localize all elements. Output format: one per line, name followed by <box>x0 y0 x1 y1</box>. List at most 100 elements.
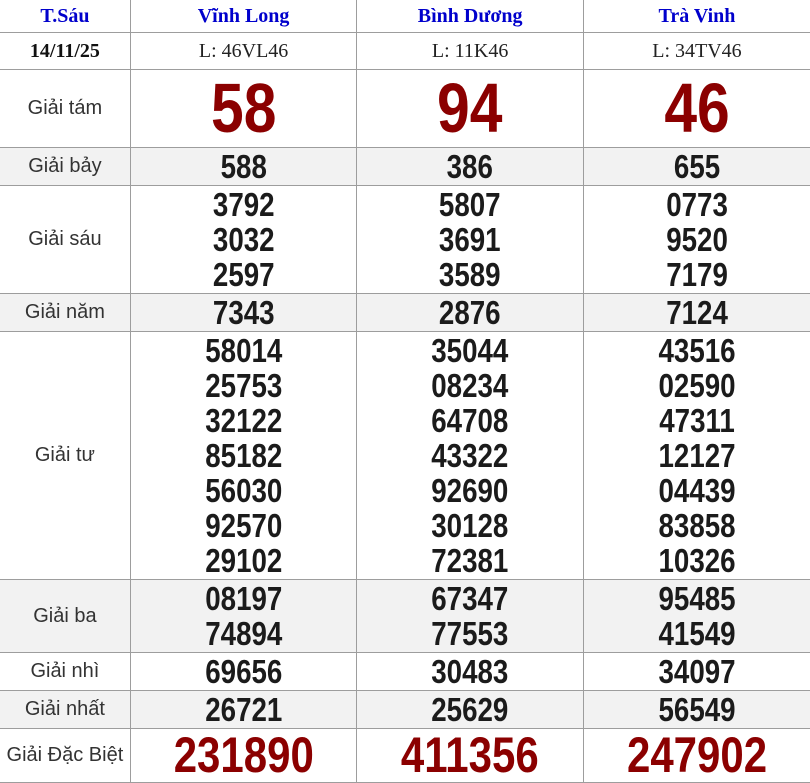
prize-number: 72381 <box>375 543 564 578</box>
prize-row-giai-bay: Giải bảy 588 386 655 <box>0 148 810 186</box>
prize-number: 30128 <box>375 508 564 543</box>
prize-number: 69656 <box>149 654 338 689</box>
prize-number: 92570 <box>149 508 338 543</box>
prize-numbers-giai-bay-col1: 386 <box>357 148 584 186</box>
prize-number: 3691 <box>375 222 564 257</box>
province-header-vinh-long: Vĩnh Long <box>130 0 357 33</box>
prize-numbers-giai-ba-col0: 0819774894 <box>130 580 357 653</box>
prize-number: 5807 <box>375 187 564 222</box>
prize-number: 35044 <box>375 333 564 368</box>
prize-numbers-giai-tu-col0: 58014257533212285182560309257029102 <box>130 332 357 580</box>
prize-number: 247902 <box>602 730 792 781</box>
prize-number: 2597 <box>149 257 338 292</box>
draw-code-vinh-long: L: 46VL46 <box>130 33 357 70</box>
prize-number: 26721 <box>149 692 338 727</box>
prize-row-giai-nhat: Giải nhất 26721 25629 56549 <box>0 691 810 729</box>
prize-number: 56549 <box>602 692 792 727</box>
prize-numbers-giai-bay-col0: 588 <box>130 148 357 186</box>
prize-number: 95485 <box>602 581 792 616</box>
prize-number: 231890 <box>149 730 338 781</box>
prize-numbers-giai-nam-col1: 2876 <box>357 294 584 332</box>
prize-number: 2876 <box>375 295 564 330</box>
prize-number: 02590 <box>602 368 792 403</box>
prize-number: 0773 <box>602 187 792 222</box>
prize-numbers-giai-ba-col1: 6734777553 <box>357 580 584 653</box>
prize-numbers-giai-nhat-col1: 25629 <box>357 691 584 729</box>
prize-numbers-giai-dac-biet-col1: 411356 <box>357 729 584 783</box>
prize-numbers-giai-tam-col0: 58 <box>130 70 357 148</box>
draw-code-tra-vinh: L: 34TV46 <box>583 33 810 70</box>
prize-number: 25753 <box>149 368 338 403</box>
prize-label-giai-nhi: Giải nhì <box>0 653 130 691</box>
prize-numbers-giai-tu-col1: 35044082346470843322926903012872381 <box>357 332 584 580</box>
prize-numbers-giai-sau-col0: 379230322597 <box>130 186 357 294</box>
prize-row-giai-sau: Giải sáu37923032259758073691358907739520… <box>0 186 810 294</box>
prize-row-giai-nam: Giải năm7343 2876 7124 <box>0 294 810 332</box>
prize-numbers-giai-dac-biet-col0: 231890 <box>130 729 357 783</box>
prize-number: 25629 <box>375 692 564 727</box>
province-header-binh-duong: Bình Dương <box>357 0 584 33</box>
prize-number: 7124 <box>602 295 792 330</box>
day-header: T.Sáu <box>0 0 130 33</box>
prize-number: 47311 <box>602 403 792 438</box>
province-header-tra-vinh: Trà Vinh <box>583 0 810 33</box>
prize-number: 3032 <box>149 222 338 257</box>
prize-numbers-giai-sau-col2: 077395207179 <box>583 186 810 294</box>
prize-number: 10326 <box>602 543 792 578</box>
prize-number: 67347 <box>375 581 564 616</box>
prize-numbers-giai-ba-col2: 9548541549 <box>583 580 810 653</box>
prize-number: 12127 <box>602 438 792 473</box>
draw-date: 14/11/25 <box>0 33 130 70</box>
prize-number: 46 <box>602 71 792 146</box>
prize-number: 92690 <box>375 473 564 508</box>
prize-number: 655 <box>602 149 792 184</box>
prize-numbers-giai-dac-biet-col2: 247902 <box>583 729 810 783</box>
prize-numbers-giai-nam-col2: 7124 <box>583 294 810 332</box>
prize-number: 3792 <box>149 187 338 222</box>
prize-number: 04439 <box>602 473 792 508</box>
prize-number: 58 <box>149 71 338 146</box>
prize-number: 30483 <box>375 654 564 689</box>
prize-number: 29102 <box>149 543 338 578</box>
prize-label-giai-sau: Giải sáu <box>0 186 130 294</box>
prize-number: 43322 <box>375 438 564 473</box>
date-row: 14/11/25 L: 46VL46 L: 11K46 L: 34TV46 <box>0 33 810 70</box>
header-row: T.Sáu Vĩnh Long Bình Dương Trà Vinh <box>0 0 810 33</box>
prize-number: 43516 <box>602 333 792 368</box>
prize-row-giai-tam: Giải tám 58 94 46 <box>0 70 810 148</box>
prize-rows: T.Sáu Vĩnh Long Bình Dương Trà Vinh 14/1… <box>0 0 810 783</box>
prize-number: 08234 <box>375 368 564 403</box>
prize-numbers-giai-bay-col2: 655 <box>583 148 810 186</box>
prize-label-giai-tu: Giải tư <box>0 332 130 580</box>
prize-numbers-giai-nhat-col0: 26721 <box>130 691 357 729</box>
prize-row-giai-tu: Giải tư580142575332122851825603092570291… <box>0 332 810 580</box>
prize-number: 9520 <box>602 222 792 257</box>
prize-label-giai-nam: Giải năm <box>0 294 130 332</box>
prize-numbers-giai-nhi-col2: 34097 <box>583 653 810 691</box>
prize-numbers-giai-nam-col0: 7343 <box>130 294 357 332</box>
prize-number: 7179 <box>602 257 792 292</box>
prize-label-giai-dac-biet: Giải Đặc Biệt <box>0 729 130 783</box>
prize-number: 34097 <box>602 654 792 689</box>
prize-number: 588 <box>149 149 338 184</box>
prize-number: 94 <box>375 71 564 146</box>
prize-row-giai-nhi: Giải nhì 69656 30483 34097 <box>0 653 810 691</box>
prize-number: 32122 <box>149 403 338 438</box>
prize-label-giai-nhat: Giải nhất <box>0 691 130 729</box>
prize-number: 3589 <box>375 257 564 292</box>
prize-number: 64708 <box>375 403 564 438</box>
prize-numbers-giai-tu-col2: 43516025904731112127044398385810326 <box>583 332 810 580</box>
prize-label-giai-tam: Giải tám <box>0 70 130 148</box>
prize-number: 74894 <box>149 616 338 651</box>
prize-number: 77553 <box>375 616 564 651</box>
prize-numbers-giai-tam-col2: 46 <box>583 70 810 148</box>
prize-number: 386 <box>375 149 564 184</box>
prize-number: 411356 <box>375 730 564 781</box>
prize-numbers-giai-sau-col1: 580736913589 <box>357 186 584 294</box>
prize-numbers-giai-nhi-col0: 69656 <box>130 653 357 691</box>
lottery-results-table: T.Sáu Vĩnh Long Bình Dương Trà Vinh 14/1… <box>0 0 810 783</box>
draw-code-binh-duong: L: 11K46 <box>357 33 584 70</box>
prize-number: 58014 <box>149 333 338 368</box>
prize-label-giai-bay: Giải bảy <box>0 148 130 186</box>
prize-row-giai-dac-biet: Giải Đặc Biệt 231890 411356 247902 <box>0 729 810 783</box>
